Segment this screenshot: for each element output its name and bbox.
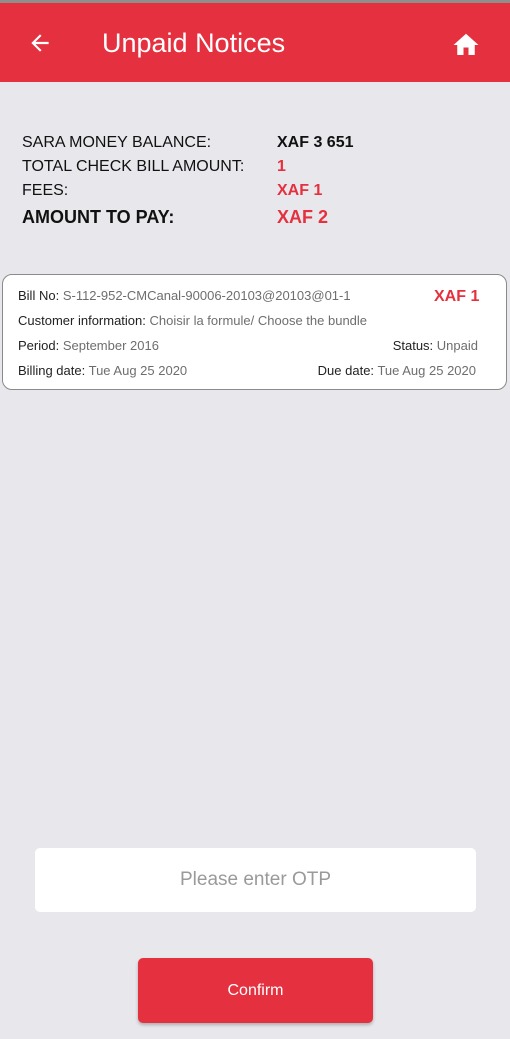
arrow-left-icon: [31, 34, 49, 52]
customer-info: Customer information: Choisir la formule…: [18, 312, 367, 330]
bill-period: Period: September 2016: [18, 337, 159, 355]
amount-to-pay-label: AMOUNT TO PAY:: [22, 207, 175, 227]
fees-label: FEES:: [22, 182, 69, 199]
app-bar: Unpaid Notices: [0, 0, 510, 82]
bill-number-value: S-112-952-CMCanal-90006-20103@20103@01-1: [62, 288, 351, 303]
due-date-label: Due date:: [317, 363, 375, 378]
customer-info-label: Customer information:: [18, 313, 146, 328]
due-date-value: Tue Aug 25 2020: [377, 363, 476, 378]
confirm-button[interactable]: Confirm: [138, 958, 373, 1023]
back-button[interactable]: [20, 23, 60, 63]
bill-number: Bill No: S-112-952-CMCanal-90006-20103@2…: [18, 287, 351, 305]
amount-to-pay-row: AMOUNT TO PAY: XAF 2: [22, 204, 482, 230]
balance-label: SARA MONEY BALANCE:: [22, 134, 212, 151]
bill-status: Status: Unpaid: [393, 337, 478, 355]
billing-date: Billing date: Tue Aug 25 2020: [18, 362, 187, 380]
billing-date-value: Tue Aug 25 2020: [88, 363, 188, 378]
home-button[interactable]: [444, 23, 488, 67]
total-bill-value: 1: [277, 158, 286, 175]
total-bill-row: TOTAL CHECK BILL AMOUNT: 1: [22, 155, 482, 179]
fees-row: FEES: XAF 1: [22, 179, 482, 203]
otp-input[interactable]: [35, 848, 476, 912]
amount-to-pay-value: XAF 2: [277, 207, 329, 227]
due-date: Due date: Tue Aug 25 2020: [318, 362, 476, 380]
bill-number-label: Bill No:: [18, 288, 60, 303]
status-value: Unpaid: [436, 338, 478, 353]
billing-date-label: Billing date:: [18, 363, 86, 378]
payment-summary: SARA MONEY BALANCE: XAF 3 651 TOTAL CHEC…: [22, 131, 482, 230]
total-bill-label: TOTAL CHECK BILL AMOUNT:: [22, 158, 245, 175]
period-value: September 2016: [62, 338, 159, 353]
balance-row: SARA MONEY BALANCE: XAF 3 651: [22, 131, 482, 155]
balance-value: XAF 3 651: [277, 134, 354, 151]
bill-amount: XAF 1: [434, 288, 480, 305]
status-label: Status:: [392, 338, 434, 353]
page-title: Unpaid Notices: [102, 28, 286, 58]
customer-info-value: Choisir la formule/ Choose the bundle: [149, 313, 368, 328]
period-label: Period:: [18, 338, 60, 353]
bill-card[interactable]: Bill No: S-112-952-CMCanal-90006-20103@2…: [2, 274, 507, 390]
home-icon: [453, 33, 479, 55]
fees-value: XAF 1: [277, 182, 323, 199]
